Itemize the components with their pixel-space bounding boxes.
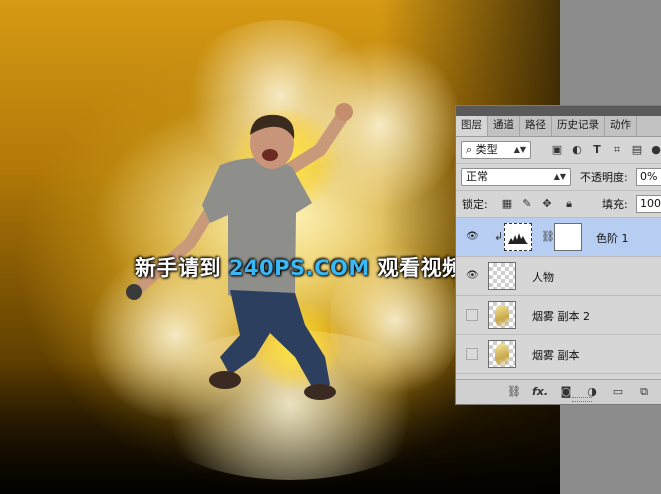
fx-icon[interactable]: fx. bbox=[532, 384, 548, 400]
lock-all-icon[interactable]: 🔒︎ bbox=[562, 197, 576, 211]
filter-type-icon[interactable]: T bbox=[590, 143, 604, 157]
watermark-prefix: 新手请到 bbox=[135, 256, 229, 280]
layer-name: 烟雾 副本 bbox=[532, 349, 580, 362]
levels-adjustment-thumbnail bbox=[504, 223, 532, 251]
panel-tabs: 图层 通道 路径 历史记录 动作 bbox=[456, 116, 661, 137]
lock-fill-row: 锁定: ▦ ✎ ✥ 🔒︎ 填充: 100% bbox=[456, 191, 661, 218]
tab-layers[interactable]: 图层 bbox=[456, 116, 488, 136]
blend-mode-value: 正常 bbox=[466, 170, 488, 183]
layer-row-smoke-copy-2[interactable]: 烟雾 副本 2 bbox=[456, 296, 661, 335]
visibility-eye-icon[interactable]: 👁︎ bbox=[466, 231, 479, 243]
opacity-input[interactable]: 0% bbox=[636, 168, 661, 186]
visibility-toggle-box[interactable] bbox=[466, 348, 478, 360]
layer-mask-thumbnail[interactable] bbox=[554, 223, 582, 251]
dropdown-arrow-icon: ▲▼ bbox=[553, 172, 566, 181]
fill-label: 填充: bbox=[602, 198, 628, 211]
panel-header-bar[interactable] bbox=[456, 106, 661, 116]
lock-brush-icon[interactable]: ✎ bbox=[520, 197, 534, 211]
dropdown-arrow-icon: ▲▼ bbox=[513, 145, 526, 154]
search-icon: ⌕ bbox=[466, 143, 476, 156]
lock-position-icon[interactable]: ✥ bbox=[540, 197, 554, 211]
histogram-icon bbox=[508, 233, 528, 244]
person-layer-thumbnail bbox=[488, 262, 516, 290]
layer-name: 色阶 1 bbox=[596, 232, 629, 245]
layer-row-levels-1[interactable]: 👁︎ ↲ ⛓ 色阶 1 bbox=[456, 218, 661, 257]
layer-row-person[interactable]: 👁︎ 人物 bbox=[456, 257, 661, 296]
smart-object-thumbnail bbox=[488, 340, 516, 368]
watermark-text: 新手请到 240PS.COM 观看视频教程 bbox=[135, 252, 507, 282]
visibility-eye-icon[interactable]: 👁︎ bbox=[466, 270, 479, 282]
clipping-arrow-icon: ↲ bbox=[494, 230, 504, 243]
layers-panel: 图层 通道 路径 历史记录 动作 ⌕ 类型 ▲▼ ▣ ◐ T ⌗ ▤ ● 正常 ▲▼… bbox=[455, 105, 661, 405]
lock-label: 锁定: bbox=[462, 198, 488, 211]
layer-name: 烟雾 副本 2 bbox=[532, 310, 590, 323]
filter-row: ⌕ 类型 ▲▼ ▣ ◐ T ⌗ ▤ ● bbox=[456, 137, 661, 164]
filter-kind-value: 类型 bbox=[475, 143, 498, 156]
link-layers-icon[interactable]: ⛓ bbox=[506, 384, 522, 400]
chain-link-icon[interactable]: ⛓ bbox=[541, 230, 555, 243]
layer-name: 人物 bbox=[532, 271, 554, 284]
filter-shape-icon[interactable]: ⌗ bbox=[610, 143, 624, 157]
new-group-icon[interactable]: ▭ bbox=[610, 384, 626, 400]
filter-toggle-icon[interactable]: ● bbox=[649, 143, 661, 157]
resize-grip[interactable] bbox=[572, 397, 592, 402]
blend-opacity-row: 正常 ▲▼ 不透明度: 0% bbox=[456, 164, 661, 191]
filter-adjustment-icon[interactable]: ◐ bbox=[570, 143, 584, 157]
new-layer-icon[interactable]: ⧉ bbox=[636, 384, 652, 400]
opacity-label: 不透明度: bbox=[580, 171, 628, 184]
layers-bottom-toolbar: ⛓ fx. ◙ ◑ ▭ ⧉ bbox=[456, 379, 661, 404]
filter-pixel-icon[interactable]: ▣ bbox=[550, 143, 564, 157]
visibility-toggle-box[interactable] bbox=[466, 309, 478, 321]
lock-transparent-icon[interactable]: ▦ bbox=[500, 197, 514, 211]
tab-actions[interactable]: 动作 bbox=[605, 116, 637, 136]
layer-row-smoke-copy[interactable]: 烟雾 副本 bbox=[456, 335, 661, 374]
filter-smart-object-icon[interactable]: ▤ bbox=[630, 143, 644, 157]
tab-paths[interactable]: 路径 bbox=[520, 116, 552, 136]
blend-mode-select[interactable]: 正常 ▲▼ bbox=[461, 168, 571, 186]
filter-kind-select[interactable]: ⌕ 类型 ▲▼ bbox=[461, 141, 531, 159]
watermark-site: 240PS.COM bbox=[228, 256, 370, 280]
tab-history[interactable]: 历史记录 bbox=[552, 116, 605, 136]
tab-channels[interactable]: 通道 bbox=[488, 116, 520, 136]
fill-input[interactable]: 100% bbox=[636, 195, 661, 213]
smart-object-thumbnail bbox=[488, 301, 516, 329]
